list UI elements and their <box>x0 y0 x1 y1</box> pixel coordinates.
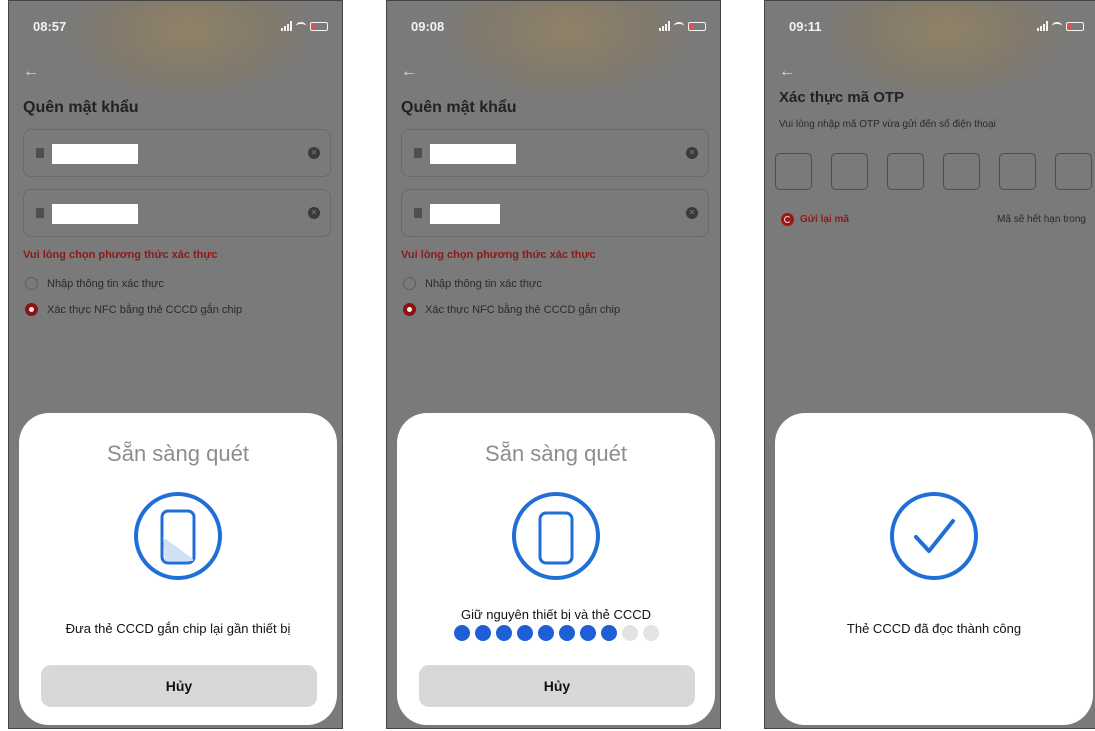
phone-screen-ready-to-scan: 08:57 ← Quên mật khẩu ✕ ✕ Vui lòng chọn … <box>8 0 343 729</box>
status-icons <box>281 21 328 31</box>
back-arrow-icon[interactable]: ← <box>23 63 39 81</box>
back-arrow-icon[interactable]: ← <box>401 63 417 81</box>
otp-digit-box[interactable] <box>831 153 868 190</box>
signal-icon <box>281 21 292 31</box>
progress-dot <box>453 625 470 641</box>
phone-scan-icon <box>512 492 600 580</box>
nfc-success-sheet: Thẻ CCCD đã đọc thành công <box>775 413 1093 725</box>
phone-screen-scanning: 09:08 ← Quên mật khẩu ✕ ✕ Vui lòng chọn … <box>386 0 721 729</box>
page-title: Quên mật khẩu <box>401 99 517 116</box>
option-nfc[interactable]: Xác thực NFC bằng thẻ CCCD gắn chip <box>403 303 620 316</box>
otp-digit-box[interactable] <box>943 153 980 190</box>
progress-dot <box>537 625 554 641</box>
status-bar: 08:57 <box>9 19 342 39</box>
clear-icon[interactable]: ✕ <box>308 207 320 219</box>
id-card-icon <box>414 148 422 158</box>
resend-label: Gửi lại mã <box>800 214 849 225</box>
id-number-field[interactable]: ✕ <box>401 129 709 177</box>
phone-number-field[interactable]: ✕ <box>401 189 709 237</box>
otp-digit-box[interactable] <box>887 153 924 190</box>
redacted-value <box>430 204 500 224</box>
sheet-message: Giữ nguyên thiết bị và thẻ CCCD <box>460 607 652 622</box>
option-nfc[interactable]: Xác thực NFC bằng thẻ CCCD gắn chip <box>25 303 242 316</box>
radio-unselected[interactable] <box>25 277 38 290</box>
option-label: Nhập thông tin xác thực <box>47 277 164 290</box>
cancel-button[interactable]: Hủy <box>41 665 317 707</box>
phone-scan-icon <box>134 492 222 580</box>
option-enter-info[interactable]: Nhập thông tin xác thực <box>403 277 542 290</box>
status-time: 08:57 <box>33 19 67 34</box>
status-bar: 09:08 <box>387 19 720 39</box>
redacted-value <box>52 204 138 224</box>
sheet-message: Đưa thẻ CCCD gắn chip lại gần thiết bị <box>65 621 291 636</box>
radio-selected[interactable] <box>403 303 416 316</box>
scan-progress <box>397 625 715 641</box>
verification-method-prompt: Vui lòng chọn phương thức xác thực <box>23 249 218 261</box>
wifi-icon <box>296 22 306 30</box>
nfc-scan-sheet: Sẵn sàng quét Giữ nguyên thiết bị và thẻ… <box>397 413 715 725</box>
back-arrow-icon[interactable]: ← <box>779 63 795 81</box>
progress-dot <box>516 625 533 641</box>
wifi-icon <box>1052 22 1062 30</box>
battery-icon <box>1066 21 1084 31</box>
progress-dot <box>600 625 617 641</box>
sheet-title: Sẵn sàng quét <box>107 441 249 466</box>
radio-selected[interactable] <box>25 303 38 316</box>
progress-dot <box>621 625 638 641</box>
otp-instruction: Vui lòng nhập mã OTP vừa gửi đến số điện… <box>779 119 996 130</box>
battery-icon <box>310 21 328 31</box>
redacted-value <box>430 144 516 164</box>
progress-dot <box>474 625 491 641</box>
option-label: Nhập thông tin xác thực <box>425 277 542 290</box>
otp-digit-box[interactable] <box>999 153 1036 190</box>
verification-method-prompt: Vui lòng chọn phương thức xác thực <box>401 249 596 261</box>
option-label: Xác thực NFC bằng thẻ CCCD gắn chip <box>425 303 621 316</box>
clear-icon[interactable]: ✕ <box>686 207 698 219</box>
signal-icon <box>659 21 670 31</box>
page-title: Quên mật khẩu <box>23 99 139 116</box>
success-check-icon <box>890 492 978 580</box>
phone-icon <box>414 208 422 218</box>
option-enter-info[interactable]: Nhập thông tin xác thực <box>25 277 164 290</box>
otp-digit-box[interactable] <box>775 153 812 190</box>
wifi-icon <box>674 22 684 30</box>
progress-dot <box>579 625 596 641</box>
radio-unselected[interactable] <box>403 277 416 290</box>
phone-number-field[interactable]: ✕ <box>23 189 331 237</box>
clear-icon[interactable]: ✕ <box>686 147 698 159</box>
battery-icon <box>688 21 706 31</box>
phone-screen-otp: 09:11 ← Xác thực mã OTP Vui lòng nhập mã… <box>764 0 1095 729</box>
nfc-scan-sheet: Sẵn sàng quét Đưa thẻ CCCD gắn chip lại … <box>19 413 337 725</box>
redacted-value <box>52 144 138 164</box>
id-card-icon <box>36 148 44 158</box>
progress-dot <box>642 625 659 641</box>
status-icons <box>1037 21 1084 31</box>
progress-dot <box>558 625 575 641</box>
sheet-message: Thẻ CCCD đã đọc thành công <box>846 621 1022 636</box>
page-title: Xác thực mã OTP <box>779 89 905 106</box>
clear-icon[interactable]: ✕ <box>308 147 320 159</box>
resend-code-button[interactable]: Gửi lại mã <box>781 213 849 226</box>
refresh-icon <box>781 213 794 226</box>
otp-digit-box[interactable] <box>1055 153 1092 190</box>
status-bar: 09:11 <box>765 19 1095 39</box>
status-icons <box>659 21 706 31</box>
sheet-title: Sẵn sàng quét <box>485 441 627 466</box>
progress-dot <box>495 625 512 641</box>
option-label: Xác thực NFC bằng thẻ CCCD gắn chip <box>47 303 243 316</box>
phone-icon <box>36 208 44 218</box>
id-number-field[interactable]: ✕ <box>23 129 331 177</box>
status-time: 09:08 <box>411 19 445 34</box>
status-time: 09:11 <box>789 19 822 34</box>
cancel-button[interactable]: Hủy <box>419 665 695 707</box>
expiry-text: Mã sẽ hết hạn trong <box>997 214 1086 225</box>
signal-icon <box>1037 21 1048 31</box>
